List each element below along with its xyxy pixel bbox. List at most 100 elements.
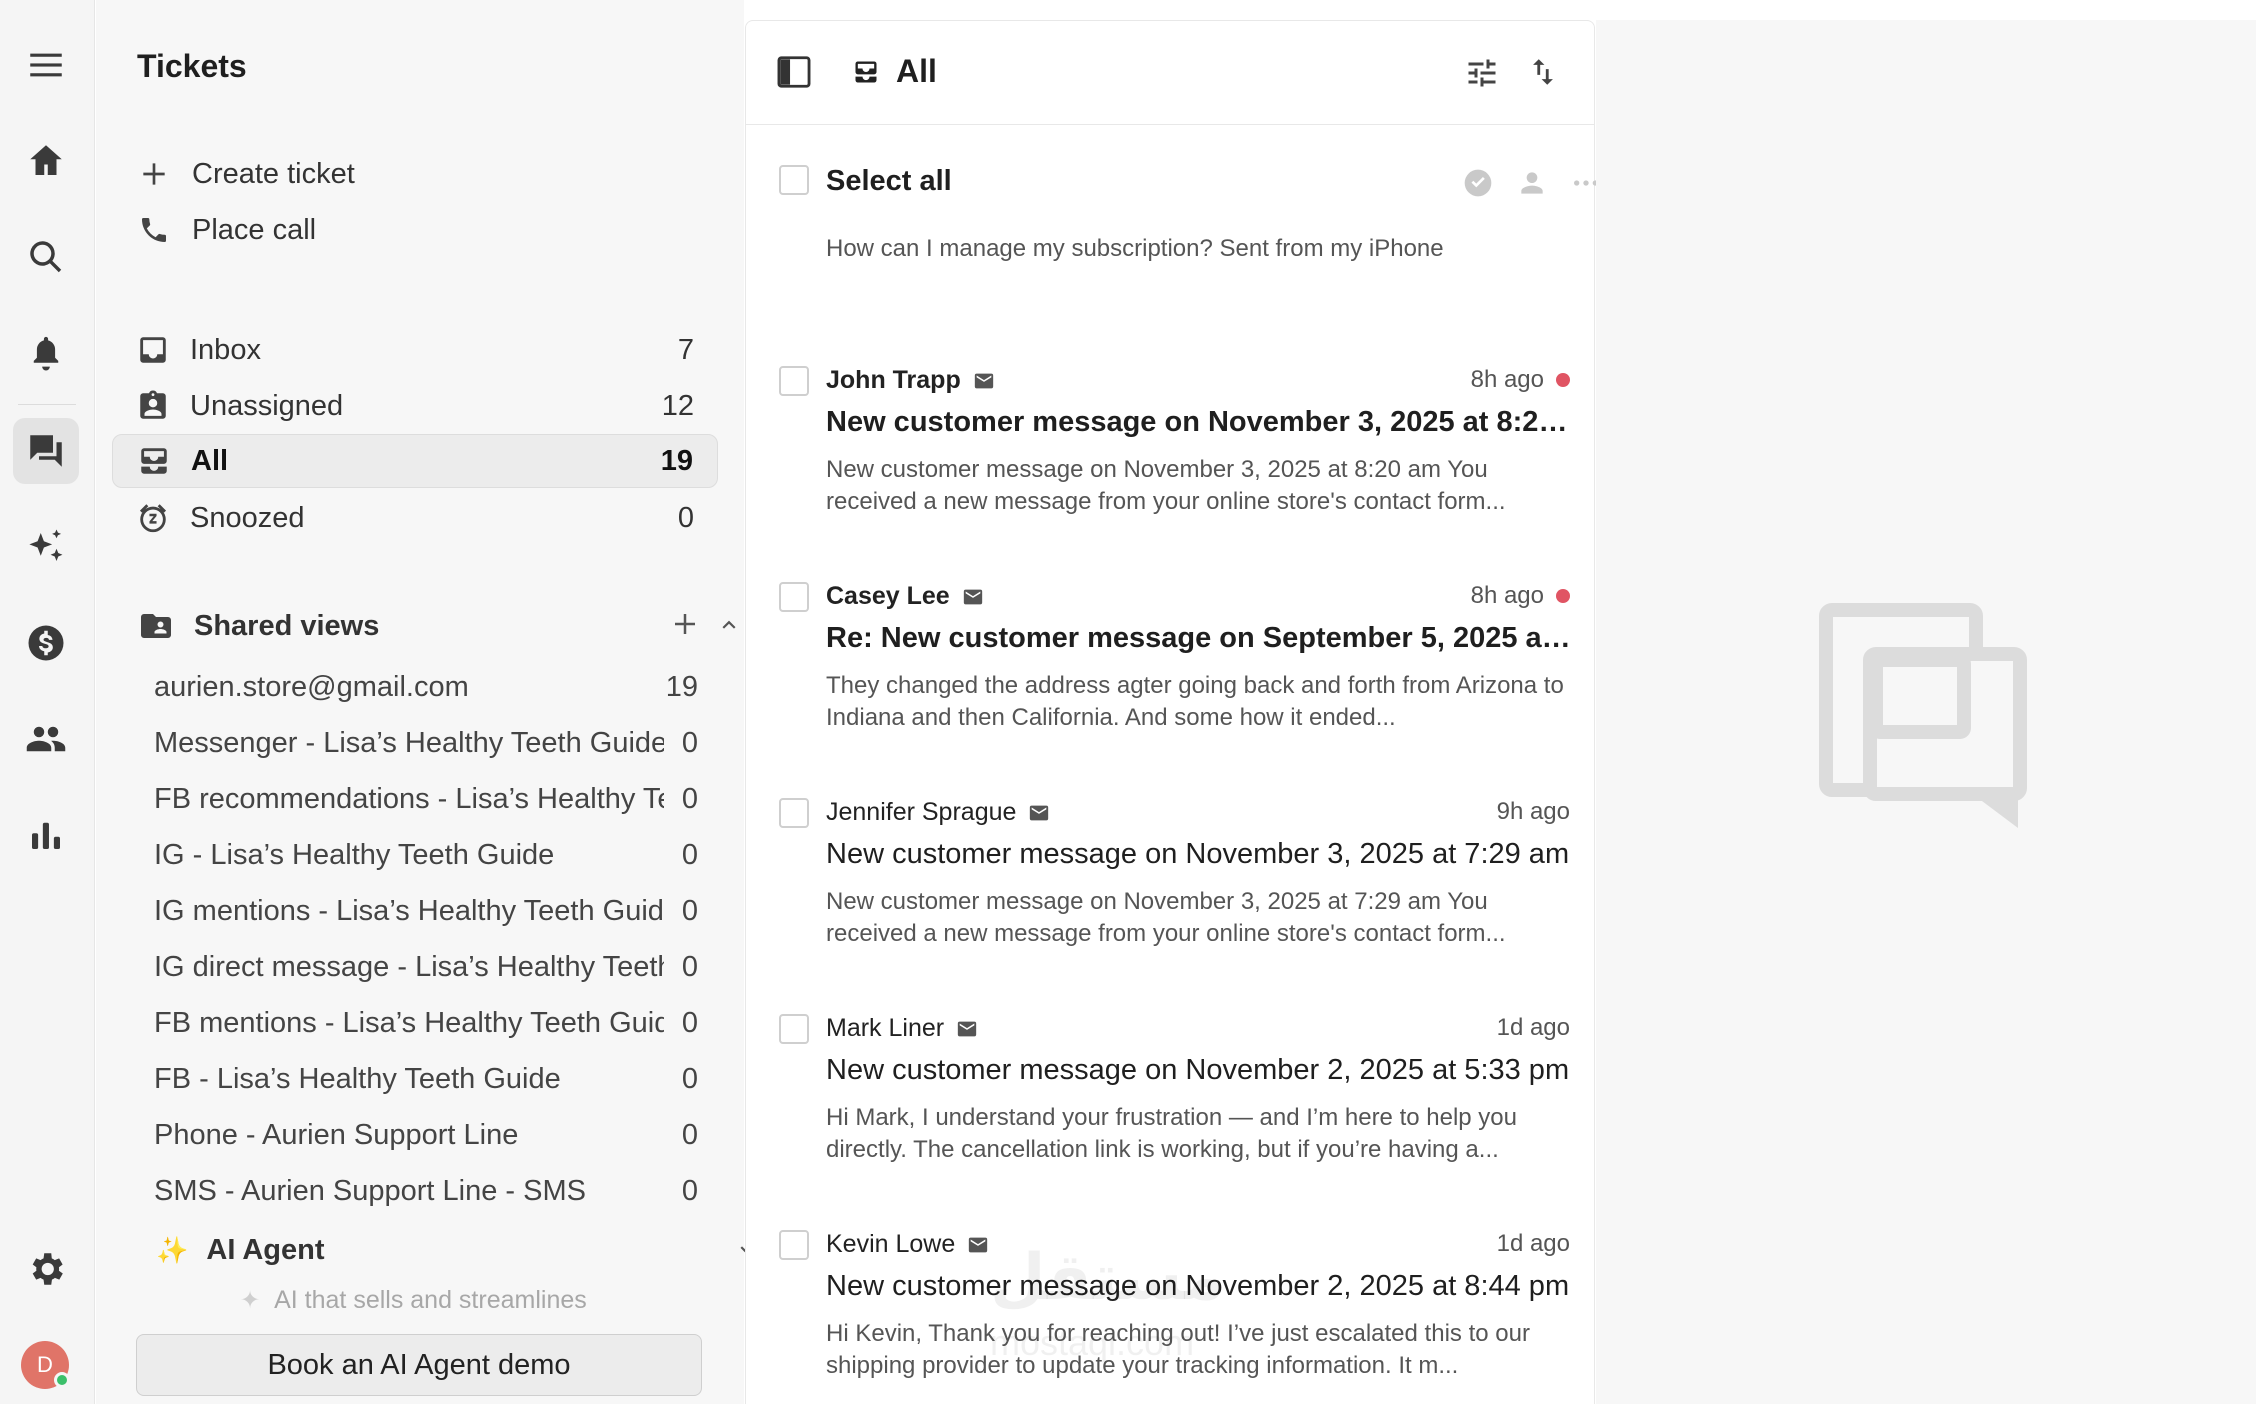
sidebar-item-snoozed[interactable]: Snoozed 0 [112, 491, 718, 545]
ticket-preview: Hi Kevin, Thank you for reaching out! I’… [826, 1320, 1530, 1379]
sidebar-item-label: Inbox [190, 333, 261, 366]
all-inbox-icon [141, 448, 167, 474]
filter-icon[interactable] [1464, 55, 1500, 91]
assign-user-icon[interactable] [1516, 167, 1548, 199]
sidebar-title: Tickets [137, 48, 247, 84]
ticket-time-text: 8h ago [1470, 366, 1544, 393]
chart-icon[interactable] [13, 802, 79, 868]
ticket-preview: They changed the address agter going bac… [826, 672, 1564, 731]
sidebar-item-inbox[interactable]: Inbox 7 [112, 323, 718, 377]
ticket-preview[interactable]: How can I manage my subscription? Sent f… [826, 235, 1444, 263]
clipboard-user-icon [140, 390, 166, 419]
create-ticket-button[interactable]: Create ticket [138, 152, 355, 196]
menu-icon[interactable] [13, 32, 79, 98]
customer-name: John Trapp [826, 366, 961, 394]
people-icon[interactable] [13, 706, 79, 772]
add-view-icon[interactable] [670, 609, 700, 639]
shared-view-count: 0 [681, 950, 698, 983]
ticket-row[interactable]: Jennifer Sprague 9h ago New customer mes… [746, 798, 1594, 1014]
sidebar-item-count: 12 [661, 389, 694, 422]
ticket-customer: John Trapp [826, 366, 995, 395]
ticket-checkbox[interactable] [779, 1230, 809, 1260]
shared-view-item[interactable]: FB - Lisa’s Healthy Teeth Guide 0 [154, 1057, 698, 1101]
email-icon [1030, 805, 1049, 820]
list-header: All [746, 21, 1594, 125]
search-icon[interactable] [13, 224, 79, 290]
shared-view-label: Phone - Aurien Support Line [154, 1118, 519, 1151]
book-demo-button[interactable]: Book an AI Agent demo [136, 1334, 702, 1396]
ticket-time: 9h ago [1497, 798, 1570, 826]
ticket-checkbox[interactable] [779, 582, 809, 612]
list-title: All [896, 53, 937, 89]
ticket-checkbox[interactable] [779, 798, 809, 828]
sidebar-toggle-icon[interactable] [775, 53, 813, 91]
ticket-row[interactable]: John Trapp 8h ago New customer message o… [746, 366, 1594, 582]
shared-view-label: Messenger - Lisa’s Healthy Teeth Guide [154, 726, 664, 759]
ticket-subject: New customer message on November 2, 2025… [826, 1054, 1570, 1086]
check-circle-icon[interactable] [1462, 167, 1494, 199]
email-icon [974, 373, 993, 388]
ticket-checkbox[interactable] [779, 1014, 809, 1044]
sparkle-icon: ✨ [156, 1234, 189, 1265]
shared-view-count: 0 [681, 1118, 698, 1151]
shared-view-item[interactable]: IG mentions - Lisa’s Healthy Teeth Guide… [154, 889, 698, 933]
dollar-icon[interactable] [13, 610, 79, 676]
gear-icon[interactable] [13, 1236, 79, 1302]
sidebar-item-unassigned[interactable]: Unassigned 12 [112, 379, 718, 433]
ticket-time-text: 8h ago [1470, 582, 1544, 609]
shared-view-label: IG mentions - Lisa’s Healthy Teeth Guide [154, 894, 664, 927]
select-all-checkbox[interactable] [779, 165, 809, 195]
sidebar-item-count: 19 [660, 444, 693, 477]
shared-view-label: aurien.store@gmail.com [154, 670, 469, 703]
shared-view-item[interactable]: FB mentions - Lisa’s Healthy Teeth Guide… [154, 1001, 698, 1045]
home-icon[interactable] [13, 128, 79, 194]
ticket-row[interactable]: Mark Liner 1d ago New customer message o… [746, 1014, 1594, 1230]
shared-view-item[interactable]: aurien.store@gmail.com 19 [154, 665, 698, 709]
shared-view-item[interactable]: FB recommendations - Lisa’s Healthy Teet… [154, 777, 698, 821]
ticket-preview: New customer message on November 3, 2025… [826, 888, 1506, 947]
shared-view-item[interactable]: SMS - Aurien Support Line - SMS 0 [154, 1169, 698, 1213]
shared-view-label: FB mentions - Lisa’s Healthy Teeth Guide [154, 1006, 664, 1039]
ticket-time: 8h ago [1471, 366, 1570, 394]
ticket-subject: New customer message on November 3, 2025… [826, 838, 1570, 870]
ticket-checkbox[interactable] [779, 366, 809, 396]
chevron-up-icon[interactable] [716, 612, 742, 638]
sidebar-item-count: 7 [677, 333, 694, 366]
icon-rail: D [0, 0, 95, 1404]
shared-view-count: 19 [665, 670, 698, 703]
shared-view-count: 0 [681, 1174, 698, 1207]
ai-agent-subtitle-text: AI that sells and streamlines [274, 1286, 587, 1314]
plus-icon [143, 163, 165, 185]
sidebar-item-label: Unassigned [190, 389, 344, 422]
sidebar-item-all[interactable]: All 19 [112, 434, 718, 488]
customer-name: Mark Liner [826, 1014, 945, 1042]
shared-views-header[interactable]: Shared views [138, 604, 736, 648]
shared-view-item[interactable]: Messenger - Lisa’s Healthy Teeth Guide 0 [154, 721, 698, 765]
ai-agent-subtitle: ✦ AI that sells and streamlines [240, 1286, 587, 1315]
ticket-customer: Mark Liner [826, 1014, 978, 1043]
sidebar-item-count: 0 [677, 501, 694, 534]
ticket-row[interactable]: Casey Lee 8h ago Re: New customer messag… [746, 582, 1594, 798]
shared-view-item[interactable]: IG - Lisa’s Healthy Teeth Guide 0 [154, 833, 698, 877]
shared-views-title: Shared views [194, 609, 380, 642]
shared-view-count: 0 [681, 838, 698, 871]
ai-agent-section[interactable]: ✨ AI Agent [156, 1228, 754, 1272]
watermark: مستقل [990, 1241, 1225, 1313]
shared-view-item[interactable]: Phone - Aurien Support Line 0 [154, 1113, 698, 1157]
bell-icon[interactable] [13, 320, 79, 386]
shared-view-label: IG - Lisa’s Healthy Teeth Guide [154, 838, 555, 871]
sparkle-faint-icon: ✦ [240, 1287, 261, 1314]
shared-view-count: 0 [681, 1062, 698, 1095]
place-call-button[interactable]: Place call [138, 208, 316, 252]
shared-view-label: FB - Lisa’s Healthy Teeth Guide [154, 1062, 561, 1095]
chat-icon[interactable] [13, 418, 79, 484]
shared-view-label: IG direct message - Lisa’s Healthy Teeth… [154, 950, 664, 983]
shared-view-item[interactable]: IG direct message - Lisa’s Healthy Teeth… [154, 945, 698, 989]
shared-folder-icon [141, 614, 171, 638]
ai-agent-label: AI Agent [206, 1233, 325, 1266]
unread-dot [1556, 373, 1570, 387]
ticket-preview: Hi Mark, I understand your frustration —… [826, 1104, 1517, 1163]
shared-view-count: 0 [681, 1006, 698, 1039]
sort-icon[interactable] [1526, 55, 1560, 89]
sparkles-icon[interactable] [13, 514, 79, 580]
